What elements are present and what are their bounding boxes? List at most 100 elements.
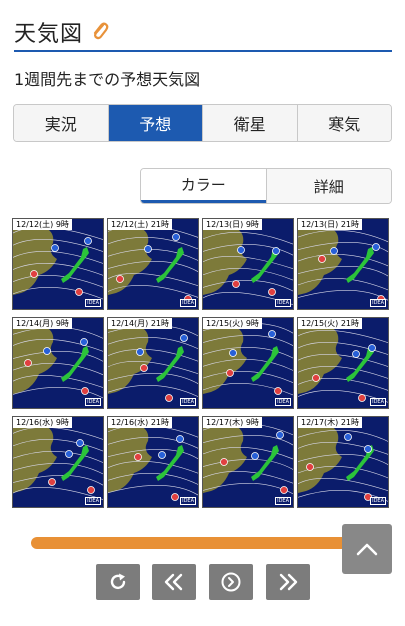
pressure-marker — [134, 453, 142, 461]
toggle-detail[interactable]: 詳細 — [265, 169, 391, 203]
pressure-marker — [274, 387, 282, 395]
pressure-marker — [272, 247, 280, 255]
pressure-marker — [251, 452, 259, 460]
page-header: 天気図 — [14, 14, 392, 52]
map-time-label: 12/17(木) 9時 — [203, 417, 262, 428]
toggle-color[interactable]: カラー — [141, 169, 266, 203]
map-graphic — [298, 326, 388, 403]
japan-shape — [156, 247, 184, 283]
pressure-marker — [165, 394, 173, 402]
map-time-label: 12/15(火) 21時 — [298, 318, 363, 329]
pressure-marker — [268, 288, 276, 296]
continent-shape — [108, 326, 152, 394]
map-graphic — [298, 227, 388, 303]
map-graphic — [13, 227, 103, 300]
pressure-marker — [237, 246, 245, 254]
next-button[interactable] — [266, 564, 310, 600]
pressure-marker — [276, 431, 284, 439]
pressure-marker — [51, 244, 59, 252]
map-time-label: 12/12(土) 21時 — [108, 219, 173, 230]
pressure-marker — [344, 433, 352, 441]
weather-map-thumbnail[interactable]: 12/13(日) 21時 IDEA — [297, 218, 389, 310]
continent-shape — [203, 326, 247, 394]
paperclip-icon[interactable] — [90, 20, 110, 42]
pressure-marker — [312, 374, 320, 382]
prev-button[interactable] — [152, 564, 196, 600]
timeline-slider[interactable] — [31, 537, 351, 549]
scroll-top-button[interactable] — [342, 524, 392, 574]
pressure-marker — [318, 255, 326, 263]
weather-tabs: 実況 予想 衛星 寒気 — [13, 104, 392, 142]
pressure-marker — [136, 348, 144, 356]
map-graphic — [108, 325, 198, 402]
weather-map-thumbnail[interactable]: 12/12(土) 21時 IDEA — [107, 218, 199, 310]
weather-map-thumbnail[interactable]: 12/15(火) 21時 IDEA — [297, 317, 389, 409]
map-graphic — [203, 227, 293, 306]
map-credit-badge: IDEA — [85, 299, 101, 307]
pressure-marker — [84, 237, 92, 245]
map-graphic — [13, 326, 103, 399]
japan-shape — [346, 346, 374, 382]
map-time-label: 12/16(水) 21時 — [108, 417, 173, 428]
pressure-marker — [352, 350, 360, 358]
weather-map-thumbnail[interactable]: 12/14(月) 9時 IDEA — [12, 317, 104, 409]
map-credit-badge: IDEA — [85, 497, 101, 505]
continent-shape — [108, 425, 152, 493]
tab-satellite[interactable]: 衛星 — [203, 105, 298, 141]
pressure-marker — [232, 280, 240, 288]
map-graphic — [298, 425, 388, 502]
playback-controls — [96, 564, 310, 600]
map-graphic — [108, 225, 198, 303]
tab-forecast[interactable]: 予想 — [108, 105, 203, 141]
map-credit-badge: IDEA — [275, 497, 291, 505]
pressure-marker — [229, 349, 237, 357]
map-credit-badge: IDEA — [275, 299, 291, 307]
map-time-label: 12/16(水) 9時 — [13, 417, 72, 428]
pressure-marker — [144, 245, 152, 253]
continent-shape — [203, 227, 247, 295]
pressure-marker — [48, 478, 56, 486]
map-time-label: 12/14(月) 9時 — [13, 318, 72, 329]
pressure-marker — [226, 369, 234, 377]
forecast-subtitle: 1週間先までの予想天気図 — [14, 70, 201, 89]
weather-map-thumbnail[interactable]: 12/17(木) 9時 IDEA — [202, 416, 294, 508]
map-time-label: 12/13(日) 21時 — [298, 219, 363, 230]
slider-track[interactable] — [31, 537, 351, 549]
weather-map-thumbnail[interactable]: 12/13(日) 9時 IDEA — [202, 218, 294, 310]
weather-map-thumbnail[interactable]: 12/16(水) 21時 IDEA — [107, 416, 199, 508]
pressure-marker — [116, 275, 124, 283]
map-time-label: 12/15(火) 9時 — [203, 318, 262, 329]
weather-map-thumbnail[interactable]: 12/12(土) 9時 IDEA — [12, 218, 104, 310]
map-graphic — [108, 425, 198, 501]
map-graphic — [203, 423, 293, 495]
weather-map-thumbnail[interactable]: 12/15(火) 9時 IDEA — [202, 317, 294, 409]
pressure-marker — [220, 458, 228, 466]
map-time-label: 12/17(木) 21時 — [298, 417, 363, 428]
pressure-marker — [180, 334, 188, 342]
pressure-marker — [30, 270, 38, 278]
map-credit-badge: IDEA — [180, 497, 196, 505]
map-credit-badge: IDEA — [370, 299, 386, 307]
pressure-marker — [65, 450, 73, 458]
map-credit-badge: IDEA — [180, 299, 196, 307]
pressure-marker — [81, 387, 89, 395]
tab-cold-air[interactable]: 寒気 — [297, 105, 391, 141]
reload-button[interactable] — [96, 564, 140, 600]
play-button[interactable] — [209, 564, 253, 600]
pressure-marker — [75, 288, 83, 296]
map-credit-badge: IDEA — [370, 398, 386, 406]
pressure-marker — [368, 344, 376, 352]
map-credit-badge: IDEA — [370, 497, 386, 505]
map-credit-badge: IDEA — [275, 398, 291, 406]
weather-map-thumbnail[interactable]: 12/17(木) 21時 IDEA — [297, 416, 389, 508]
weather-map-thumbnail[interactable]: 12/14(月) 21時 IDEA — [107, 317, 199, 409]
continent-shape — [13, 227, 57, 295]
map-credit-badge: IDEA — [85, 398, 101, 406]
pressure-marker — [306, 463, 314, 471]
pressure-marker — [87, 486, 95, 494]
tab-actual[interactable]: 実況 — [14, 105, 109, 141]
pressure-marker — [176, 435, 184, 443]
chevron-up-icon — [356, 543, 378, 556]
weather-map-thumbnail[interactable]: 12/16(水) 9時 IDEA — [12, 416, 104, 508]
pressure-marker — [76, 439, 84, 447]
